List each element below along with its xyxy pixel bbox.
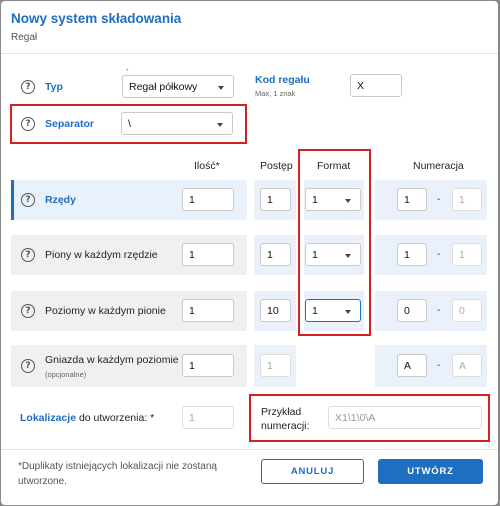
rzedy-format-value: 1 <box>312 193 318 206</box>
piony-num-to-input: 1 <box>452 243 482 266</box>
piony-postep-input[interactable]: 1 <box>260 243 291 266</box>
poziomy-help-icon[interactable]: ? <box>21 304 35 318</box>
dialog: Nowy system składowania Regał ? Typ * Re… <box>1 1 498 505</box>
lokalizacje-label-strong: Lokalizacje <box>20 412 77 424</box>
przyklad-label-line1: Przykład <box>261 406 302 418</box>
piony-num-from-input[interactable]: 1 <box>397 243 427 266</box>
kod-input[interactable]: X <box>350 74 402 97</box>
header-numeracja: Numeracja <box>413 160 464 172</box>
separator-label: Separator <box>45 118 95 130</box>
caret-down-icon <box>218 86 224 90</box>
piony-format-value: 1 <box>312 248 318 261</box>
kod-label: Kod regału <box>255 74 310 86</box>
row-poziomy-label: Poziomy w każdym pionie <box>45 305 166 317</box>
row-rzedy-accent <box>11 180 14 220</box>
gniazda-postep-input: 1 <box>260 354 291 377</box>
caret-down-icon <box>217 123 223 127</box>
poziomy-ilosc-input[interactable]: 1 <box>182 299 234 322</box>
dialog-subtitle: Regał <box>11 32 38 43</box>
kod-hint: Max, 1 znak <box>255 89 296 98</box>
poziomy-num-to-input: 0 <box>452 299 482 322</box>
separator-help-icon[interactable]: ? <box>21 117 35 131</box>
piony-num-dash: - <box>437 249 441 260</box>
poziomy-postep-input[interactable]: 10 <box>260 299 291 322</box>
przyklad-label-line2: numeracji: <box>261 420 310 432</box>
poziomy-num-dash: - <box>437 305 441 316</box>
gniazda-num-dash: - <box>437 360 441 371</box>
header-ilosc: Ilość* <box>194 160 220 172</box>
header-postep: Postęp <box>260 160 293 172</box>
rzedy-format-select[interactable]: 1 <box>305 188 361 211</box>
lokalizacje-input: 1 <box>182 406 234 429</box>
typ-select[interactable]: Regał półkowy <box>122 75 234 98</box>
row-gniazda-sublabel: (opcjonalne) <box>45 370 87 379</box>
gniazda-num-to-input: A <box>452 354 482 377</box>
caret-down-icon <box>345 254 351 258</box>
typ-label: Typ <box>45 81 63 93</box>
poziomy-format-value: 1 <box>312 304 318 317</box>
row-rzedy-label: Rzędy <box>45 194 76 206</box>
gniazda-help-icon[interactable]: ? <box>21 359 35 373</box>
lokalizacje-label: Lokalizacje do utworzenia: * <box>20 412 154 424</box>
rzedy-help-icon[interactable]: ? <box>21 193 35 207</box>
caret-down-icon <box>345 310 351 314</box>
header-divider <box>1 53 498 54</box>
row-gniazda-label: Gniazda w każdym poziomie <box>45 354 179 366</box>
piony-format-select[interactable]: 1 <box>305 243 361 266</box>
typ-select-value: Regał półkowy <box>129 80 198 93</box>
typ-help-icon[interactable]: ? <box>21 80 35 94</box>
przyklad-label: Przykład numeracji: <box>261 405 309 433</box>
gniazda-num-from-input[interactable]: A <box>397 354 427 377</box>
przyklad-input: X1\1\0\A <box>328 406 482 429</box>
footer-divider <box>1 449 498 450</box>
footer-note: *Duplikaty istniejących lokalizacji nie … <box>18 461 217 487</box>
rzedy-postep-input[interactable]: 1 <box>260 188 291 211</box>
caret-down-icon <box>345 199 351 203</box>
piony-ilosc-input[interactable]: 1 <box>182 243 234 266</box>
lokalizacje-label-rest: do utworzenia: * <box>76 412 155 424</box>
create-button[interactable]: UTWÓRZ <box>378 459 483 484</box>
rzedy-num-from-input[interactable]: 1 <box>397 188 427 211</box>
rzedy-num-dash: - <box>437 194 441 205</box>
separator-select-value: \ <box>128 117 131 130</box>
rzedy-ilosc-input[interactable]: 1 <box>182 188 234 211</box>
poziomy-format-select[interactable]: 1 <box>305 299 361 322</box>
row-piony-label: Piony w każdym rzędzie <box>45 249 158 261</box>
piony-help-icon[interactable]: ? <box>21 248 35 262</box>
poziomy-num-from-input[interactable]: 0 <box>397 299 427 322</box>
rzedy-num-to-input: 1 <box>452 188 482 211</box>
separator-select[interactable]: \ <box>121 112 233 135</box>
gniazda-ilosc-input[interactable]: 1 <box>182 354 234 377</box>
dialog-title: Nowy system składowania <box>11 11 182 26</box>
cancel-button[interactable]: ANULUJ <box>261 459 364 484</box>
